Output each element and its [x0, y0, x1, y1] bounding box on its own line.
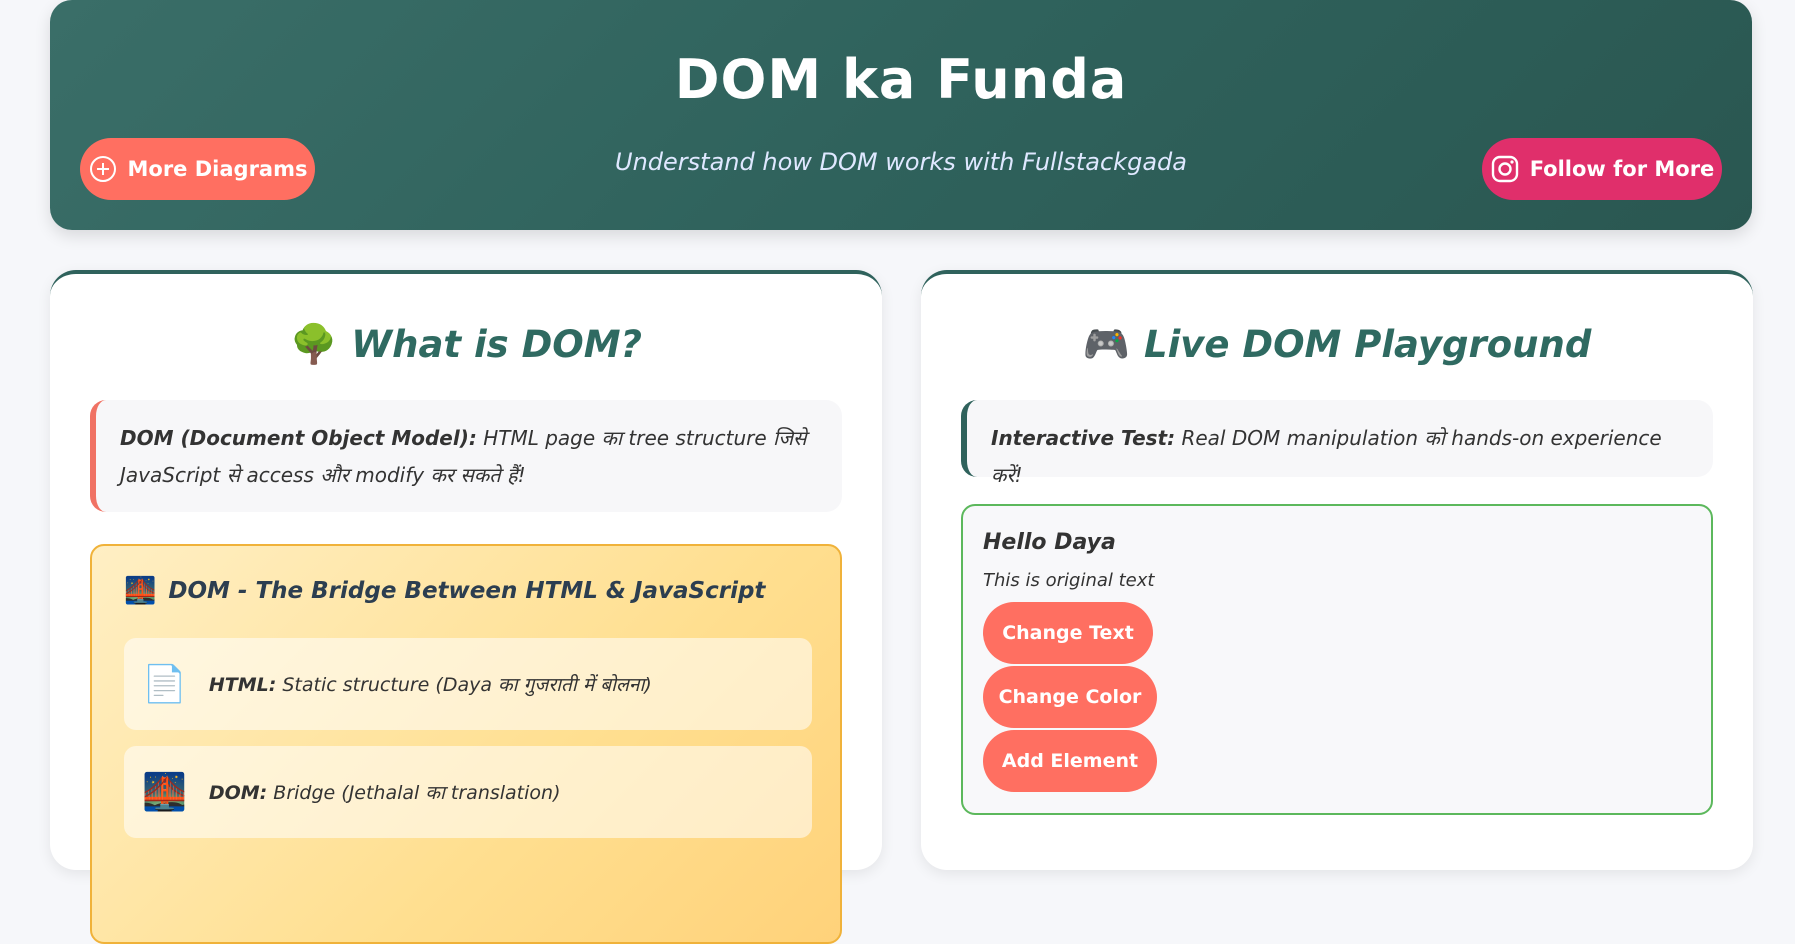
more-diagrams-label: More Diagrams	[127, 157, 308, 181]
bridge-item-dom: 🌉 DOM: Bridge (Jethalal का translation)	[124, 746, 812, 838]
header-banner: DOM ka Funda Understand how DOM works wi…	[50, 0, 1752, 230]
what-is-dom-title: What is DOM?	[351, 323, 643, 366]
bridge-item-label: DOM:	[208, 782, 268, 804]
interactive-test-label: Interactive Test:	[991, 426, 1176, 450]
playground-demo-heading: Hello Daya	[983, 530, 1116, 555]
follow-label: Follow for More	[1529, 157, 1715, 181]
bridge-icon: 🌉	[124, 576, 157, 606]
bridge-heading: 🌉 DOM - The Bridge Between HTML & JavaSc…	[124, 576, 765, 606]
bridge-item-text: DOM: Bridge (Jethalal का translation)	[209, 779, 561, 805]
change-text-button[interactable]: Change Text	[983, 602, 1153, 664]
playground-area: Hello Daya This is original text Change …	[961, 504, 1713, 815]
dom-definition-label: DOM (Document Object Model):	[120, 426, 477, 450]
live-playground-card: 🎮 Live DOM Playground Interactive Test: …	[921, 270, 1753, 870]
change-color-button[interactable]: Change Color	[983, 666, 1157, 728]
bridge-box: 🌉 DOM - The Bridge Between HTML & JavaSc…	[90, 544, 842, 944]
more-diagrams-button[interactable]: More Diagrams	[80, 138, 315, 200]
what-is-dom-heading: 🌳 What is DOM?	[50, 322, 882, 367]
bridge-item-label: HTML:	[208, 674, 277, 696]
document-icon: 📄	[142, 664, 187, 705]
playground-title: Live DOM Playground	[1144, 323, 1592, 366]
tree-icon: 🌳	[289, 322, 338, 366]
bridge-item-text: HTML: Static structure (Daya का गुजराती …	[209, 671, 652, 697]
follow-button[interactable]: Follow for More	[1482, 138, 1722, 200]
dom-definition-box: DOM (Document Object Model): HTML page क…	[90, 400, 842, 512]
plus-circle-icon	[88, 154, 118, 184]
interactive-test-box: Interactive Test: Real DOM manipulation …	[961, 400, 1713, 487]
playground-heading: 🎮 Live DOM Playground	[921, 322, 1753, 367]
bridge-item-desc: Static structure (Daya का गुजराती में बो…	[276, 674, 652, 696]
what-is-dom-card: 🌳 What is DOM? DOM (Document Object Mode…	[50, 270, 882, 944]
bridge-item-desc: Bridge (Jethalal का translation)	[267, 782, 561, 804]
add-element-button[interactable]: Add Element	[983, 730, 1157, 792]
page-title: DOM ka Funda	[674, 48, 1128, 111]
bridge-title: DOM - The Bridge Between HTML & JavaScri…	[168, 578, 766, 604]
bridge-icon: 🌉	[142, 772, 187, 813]
gamepad-icon: 🎮	[1082, 322, 1131, 366]
playground-demo-text: This is original text	[983, 570, 1155, 591]
bridge-item-html: 📄 HTML: Static structure (Daya का गुजरात…	[124, 638, 812, 730]
instagram-icon	[1490, 154, 1520, 184]
